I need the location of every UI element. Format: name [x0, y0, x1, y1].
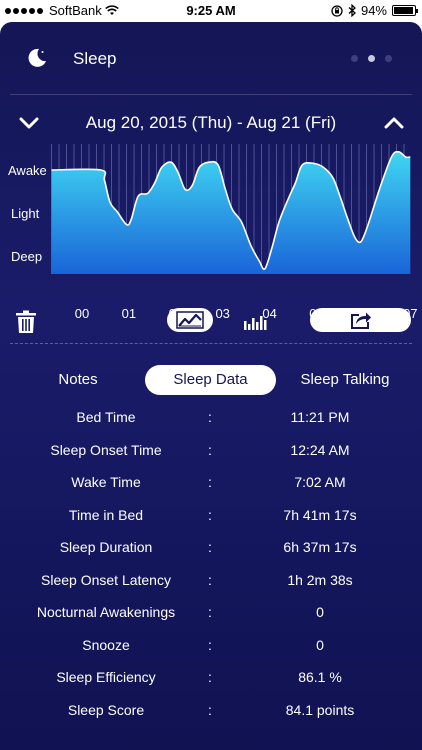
- row-separator: :: [208, 474, 212, 490]
- page-dot[interactable]: [385, 55, 392, 62]
- moon-icon: [28, 48, 46, 67]
- orientation-lock-icon: [331, 4, 343, 17]
- row-label: Sleep Onset Latency: [41, 571, 171, 588]
- row-label: Snooze: [82, 636, 130, 653]
- share-icon: [350, 312, 371, 329]
- date-range-label: Aug 20, 2015 (Thu) - Aug 21 (Fri): [85, 113, 337, 132]
- row-separator: :: [208, 506, 212, 523]
- page-title: Sleep: [73, 49, 117, 68]
- date-navigator: Aug 20, 2015 (Thu) - Aug 21 (Fri): [0, 108, 422, 138]
- tab-sleep-data[interactable]: Sleep Data: [145, 365, 276, 395]
- page-dot[interactable]: [351, 55, 358, 62]
- section-divider: [10, 343, 412, 344]
- y-label-awake: Awake: [8, 163, 47, 178]
- tab-notes[interactable]: Notes: [18, 365, 138, 395]
- row-value: 12:24 AM: [290, 441, 350, 458]
- row-label: Wake Time: [71, 474, 141, 490]
- header: Sleep: [0, 22, 422, 94]
- row-value: 7:02 AM: [294, 474, 346, 490]
- row-separator: :: [208, 441, 212, 458]
- line-chart-button[interactable]: [167, 308, 213, 332]
- row-value: 0: [316, 636, 324, 653]
- page-dot-active[interactable]: [368, 55, 375, 62]
- row-separator: :: [208, 604, 212, 620]
- status-right: 94%: [331, 3, 418, 18]
- sleep-area-chart[interactable]: [0, 144, 422, 304]
- y-label-deep: Deep: [11, 249, 43, 264]
- chevron-up-icon[interactable]: [383, 113, 405, 133]
- sleep-chart: Awake Light Deep: [0, 144, 422, 304]
- detail-tabs: Notes Sleep Data Sleep Talking: [0, 365, 422, 395]
- row-separator: :: [208, 701, 212, 718]
- row-value: 7h 41m 17s: [283, 506, 357, 523]
- list-item: Bed Time : 11:21 PM: [0, 405, 422, 429]
- row-value: 1h 2m 38s: [287, 571, 353, 588]
- row-label: Sleep Score: [67, 701, 145, 718]
- row-value: 11:21 PM: [290, 409, 350, 425]
- row-separator: :: [208, 571, 212, 588]
- row-value: 86.1 %: [298, 669, 342, 685]
- row-separator: :: [208, 539, 212, 555]
- sleep-area: [51, 151, 411, 274]
- row-separator: :: [208, 409, 212, 425]
- row-value: 0: [316, 604, 324, 620]
- list-item: Sleep Efficiency : 86.1 %: [0, 665, 422, 689]
- tab-sleep-talking[interactable]: Sleep Talking: [285, 365, 405, 395]
- list-item: Sleep Duration : 6h 37m 17s: [0, 535, 422, 559]
- row-separator: :: [208, 669, 212, 685]
- chart-toolbar: [0, 308, 422, 334]
- row-value: 84.1 points: [285, 701, 355, 718]
- bar-chart-icon[interactable]: [243, 314, 267, 330]
- row-label: Sleep Efficiency: [56, 669, 156, 685]
- battery-icon: [392, 5, 418, 16]
- list-item: Sleep Onset Time : 12:24 AM: [0, 438, 422, 462]
- list-item: Wake Time : 7:02 AM: [0, 470, 422, 494]
- row-value: 6h 37m 17s: [283, 539, 357, 555]
- list-item: Sleep Score : 84.1 points: [0, 698, 422, 722]
- list-item: Nocturnal Awakenings : 0: [0, 600, 422, 624]
- share-button[interactable]: [310, 308, 411, 332]
- trash-icon[interactable]: [15, 310, 37, 334]
- line-chart-icon: [176, 311, 204, 329]
- battery-percent: 94%: [360, 3, 387, 18]
- row-label: Bed Time: [76, 409, 136, 425]
- row-label: Sleep Duration: [59, 539, 153, 555]
- row-label: Sleep Onset Time: [50, 441, 162, 458]
- status-bar: SoftBank 9:25 AM 94%: [0, 0, 422, 22]
- list-item: Sleep Onset Latency : 1h 2m 38s: [0, 568, 422, 592]
- row-separator: :: [208, 636, 212, 653]
- bluetooth-icon: [348, 4, 356, 17]
- row-label: Nocturnal Awakenings: [36, 604, 176, 620]
- row-label: Time in Bed: [68, 506, 144, 523]
- list-item: Time in Bed : 7h 41m 17s: [0, 503, 422, 527]
- header-divider: [10, 94, 412, 95]
- sleep-card: Sleep Aug 20, 2015 (Thu) - Aug 21 (Fri): [0, 22, 422, 750]
- list-item: Snooze : 0: [0, 633, 422, 657]
- page-indicator[interactable]: [351, 55, 392, 62]
- y-label-light: Light: [11, 206, 40, 221]
